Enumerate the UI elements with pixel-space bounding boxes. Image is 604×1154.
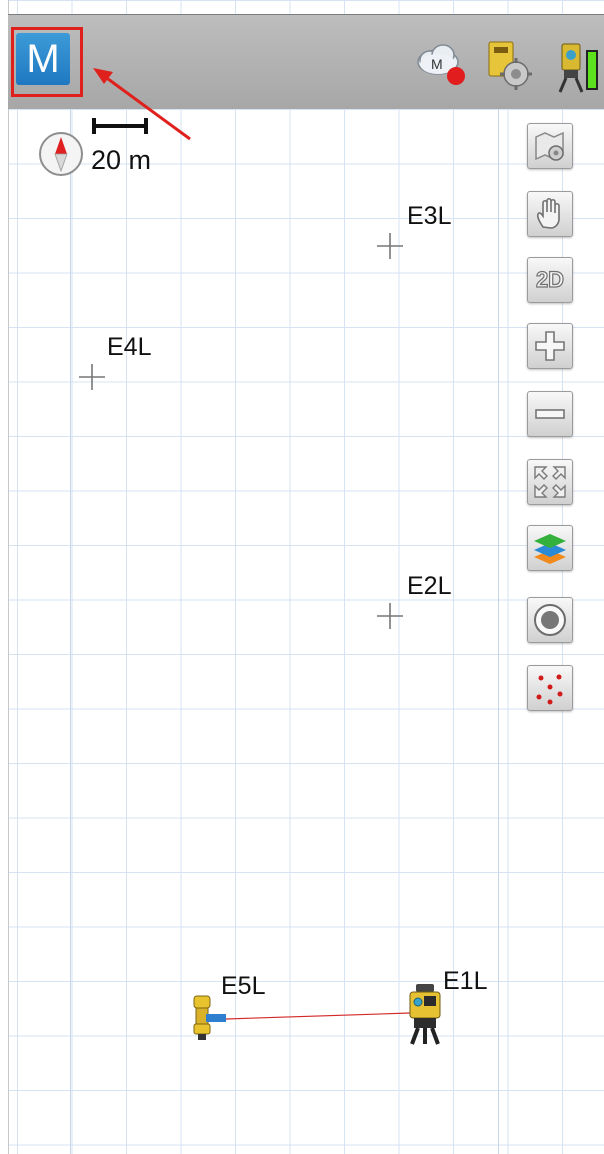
minus-icon xyxy=(535,409,565,419)
compass-icon[interactable] xyxy=(38,131,84,177)
zoom-out-button[interactable] xyxy=(527,391,573,437)
device-settings-icon[interactable] xyxy=(486,38,532,92)
layers-button[interactable] xyxy=(527,525,573,571)
zoom-extents-button[interactable] xyxy=(527,459,573,505)
instrument-status-icon[interactable] xyxy=(556,38,604,94)
points-icon xyxy=(536,674,563,705)
map-settings-button[interactable] xyxy=(527,123,573,169)
point-label-e1l: E1L xyxy=(443,967,488,995)
cloud-badge-letter: M xyxy=(431,56,443,72)
app-menu-button[interactable]: M xyxy=(16,33,70,85)
grid-line xyxy=(70,108,71,1154)
point-marker-e4l[interactable] xyxy=(77,362,107,392)
view-2d-label: 2D xyxy=(535,266,565,292)
plus-icon xyxy=(535,331,565,361)
expand-icon xyxy=(534,466,566,498)
cloud-sync-icon[interactable]: M xyxy=(412,38,470,94)
point-marker-e2l[interactable] xyxy=(375,601,405,631)
zoom-in-button[interactable] xyxy=(527,323,573,369)
layers-icon xyxy=(534,534,566,564)
prism-rover-icon[interactable] xyxy=(188,994,230,1042)
grid-line xyxy=(498,108,499,1154)
point-label-e2l: E2L xyxy=(407,572,452,600)
total-station-icon[interactable] xyxy=(404,982,446,1046)
view-2d-button[interactable]: 2D xyxy=(527,257,573,303)
scale-bar xyxy=(92,116,150,136)
record-icon xyxy=(534,604,566,636)
point-marker-e3l[interactable] xyxy=(375,231,405,261)
m-logo-icon: M xyxy=(26,37,60,81)
pan-button[interactable] xyxy=(527,191,573,237)
point-label-e4l: E4L xyxy=(107,333,152,361)
record-button[interactable] xyxy=(527,597,573,643)
map-settings-icon xyxy=(535,131,564,161)
point-label-e3l: E3L xyxy=(407,202,452,230)
hand-icon xyxy=(536,197,560,229)
scale-label: 20 m xyxy=(91,145,152,175)
points-display-button[interactable] xyxy=(527,665,573,711)
